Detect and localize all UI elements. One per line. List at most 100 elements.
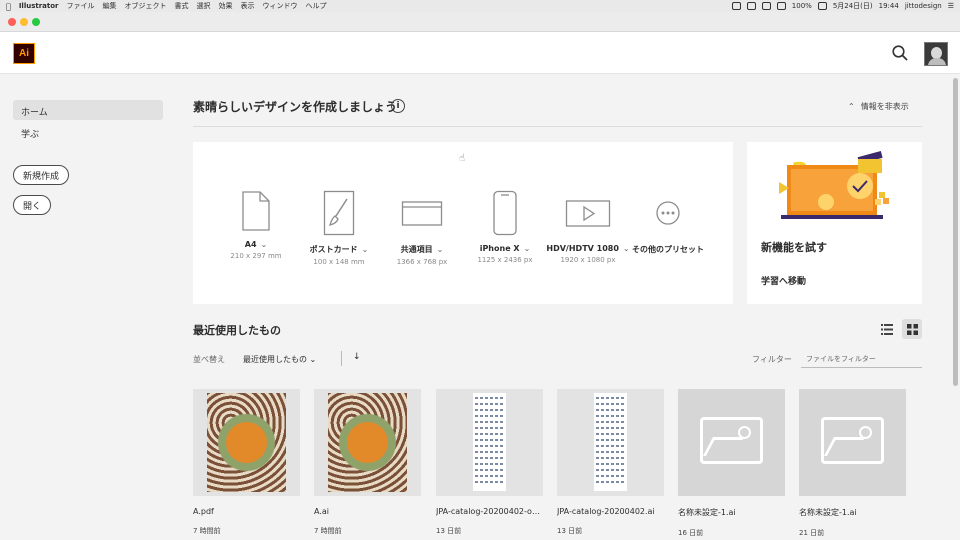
info-icon[interactable]: i [391, 99, 405, 113]
file-time: 13 日前 [557, 527, 583, 535]
menu-edit[interactable]: 編集 [103, 1, 117, 11]
menu-type[interactable]: 書式 [175, 1, 189, 11]
battery-percent[interactable]: 100% [792, 2, 812, 10]
file-time: 16 日前 [678, 529, 704, 537]
menubar-user[interactable]: jittodesign [905, 2, 942, 10]
file-name: A.ai [314, 507, 329, 516]
menu-effect[interactable]: 効果 [219, 1, 233, 11]
preset-name-text: iPhone X [479, 244, 520, 253]
avatar[interactable] [924, 42, 948, 66]
file-thumbnail [436, 389, 543, 496]
preset-size: 210 x 297 mm [230, 252, 282, 260]
open-button[interactable]: 開く [13, 195, 52, 215]
grid-view-button[interactable] [902, 319, 922, 339]
pattern-artwork [328, 393, 407, 492]
divider [341, 351, 342, 366]
sidebar-item-learn[interactable]: 学ぶ [13, 122, 163, 142]
preset-a4[interactable]: A4 ⌄ 210 x 297 mm [211, 190, 301, 260]
close-window-button[interactable] [8, 18, 16, 26]
menu-app-name[interactable]: Illustrator [19, 2, 59, 10]
file-thumbnail [314, 389, 421, 496]
preset-name: A4 ⌄ [211, 240, 301, 249]
file-time: 7 時間前 [314, 527, 342, 535]
control-center-icon[interactable]: ☰ [948, 2, 954, 10]
hide-info-toggle[interactable]: ⌃ 情報を非表示 [848, 101, 909, 112]
file-thumbnail [678, 389, 785, 496]
file-card[interactable]: A.ai 7 時間前 [314, 389, 421, 536]
list-view-button[interactable] [877, 319, 897, 339]
system-menu-bar:  Illustrator ファイル 編集 オブジェクト 書式 選択 効果 表示… [0, 0, 960, 12]
status-area: 100% 5月24日(日) 19:44 jittodesign ☰ [731, 1, 954, 11]
preset-iphone-x[interactable]: iPhone X ⌄ 1125 x 2436 px [460, 190, 550, 264]
video-play-icon [565, 200, 611, 227]
apple-menu-icon[interactable]:  [6, 2, 11, 11]
app-header: Ai [0, 32, 960, 74]
preset-more[interactable]: その他のプリセット [623, 190, 713, 255]
file-time: 7 時間前 [193, 527, 221, 535]
menu-view[interactable]: 表示 [241, 1, 255, 11]
new-features-card[interactable]: a 新機能を試す 学習へ移動 [747, 142, 922, 304]
file-card[interactable]: JPA-catalog-20200402.ai 13 日前 [557, 389, 664, 536]
battery-icon[interactable] [817, 2, 827, 10]
chevron-up-icon: ⌃ [848, 102, 855, 111]
sort-value: 最近使用したもの [243, 355, 307, 364]
file-card[interactable]: 名称未設定-1.ai 16 日前 [678, 389, 785, 538]
hide-info-label: 情報を非表示 [860, 102, 909, 111]
preset-size: 100 x 148 mm [313, 258, 365, 266]
file-card[interactable]: A.pdf 7 時間前 [193, 389, 300, 536]
menubar-date[interactable]: 5月24日(日) [833, 1, 873, 11]
list-view-icon [881, 323, 893, 335]
illustrator-logo: Ai [13, 43, 35, 64]
wifi-icon[interactable] [776, 2, 786, 10]
zoom-window-button[interactable] [32, 18, 40, 26]
filter-input[interactable] [801, 350, 922, 368]
preset-name: HDV/HDTV 1080 ⌄ [543, 244, 633, 253]
sort-label: 並べ替え [193, 355, 225, 364]
new-file-button[interactable]: 新規作成 [13, 165, 70, 185]
bluetooth-icon[interactable] [761, 2, 771, 10]
file-thumbnail [193, 389, 300, 496]
pattern-artwork [207, 393, 286, 492]
menu-object[interactable]: オブジェクト [125, 1, 167, 11]
chevron-down-icon: ⌄ [523, 244, 531, 253]
menubar-time[interactable]: 19:44 [879, 2, 899, 10]
scrollbar[interactable] [951, 74, 960, 540]
file-card[interactable]: 名称未設定-1.ai 21 日前 [799, 389, 906, 538]
scrollbar-thumb[interactable] [953, 78, 958, 386]
go-to-learn-link[interactable]: 学習へ移動 [761, 274, 806, 287]
minimize-window-button[interactable] [20, 18, 28, 26]
menu-window[interactable]: ウィンドウ [263, 1, 298, 11]
file-name: JPA-catalog-20200402.ai [557, 507, 655, 516]
page-title: 素晴らしいデザインを作成しましょう [193, 100, 398, 114]
menu-select[interactable]: 選択 [197, 1, 211, 11]
menu-help[interactable]: ヘルプ [306, 1, 327, 11]
browser-window-icon [401, 201, 443, 226]
preset-name-text: ポストカード [309, 245, 358, 254]
chevron-down-icon: ⌄ [436, 245, 444, 254]
preset-name-text: HDV/HDTV 1080 [546, 244, 619, 253]
new-features-illustration: a [779, 150, 889, 219]
preset-panel: ☝ A4 ⌄ 210 x 297 mm ポストカード ⌄ 100 x 148 mm … [193, 142, 733, 304]
menu-file[interactable]: ファイル [67, 1, 95, 11]
preset-postcard[interactable]: ポストカード ⌄ 100 x 148 mm [294, 190, 384, 266]
preset-size: 1366 x 768 px [396, 258, 448, 266]
hand-cursor-icon: ☝ [459, 153, 466, 164]
search-icon [892, 45, 908, 61]
airplay-icon[interactable] [746, 2, 756, 10]
file-time: 13 日前 [436, 527, 462, 535]
new-features-title: 新機能を試す [761, 241, 827, 254]
phone-icon [493, 190, 517, 236]
creative-cloud-icon[interactable] [731, 2, 741, 10]
sort-direction-button[interactable]: ↓ [353, 352, 361, 362]
image-placeholder-icon [700, 417, 763, 464]
sidebar-item-home[interactable]: ホーム [13, 100, 163, 120]
file-time: 21 日前 [799, 529, 825, 537]
window-titlebar [0, 12, 960, 32]
chevron-down-icon: ⌄ [361, 245, 369, 254]
search-button[interactable] [890, 43, 910, 63]
preset-hdtv[interactable]: HDV/HDTV 1080 ⌄ 1920 x 1080 px [543, 190, 633, 264]
more-icon [656, 201, 680, 225]
preset-common[interactable]: 共通項目 ⌄ 1366 x 768 px [377, 190, 467, 266]
sort-dropdown[interactable]: 最近使用したもの ⌄ [243, 354, 316, 365]
file-card[interactable]: JPA-catalog-20200402-outlii... 13 日前 [436, 389, 543, 536]
